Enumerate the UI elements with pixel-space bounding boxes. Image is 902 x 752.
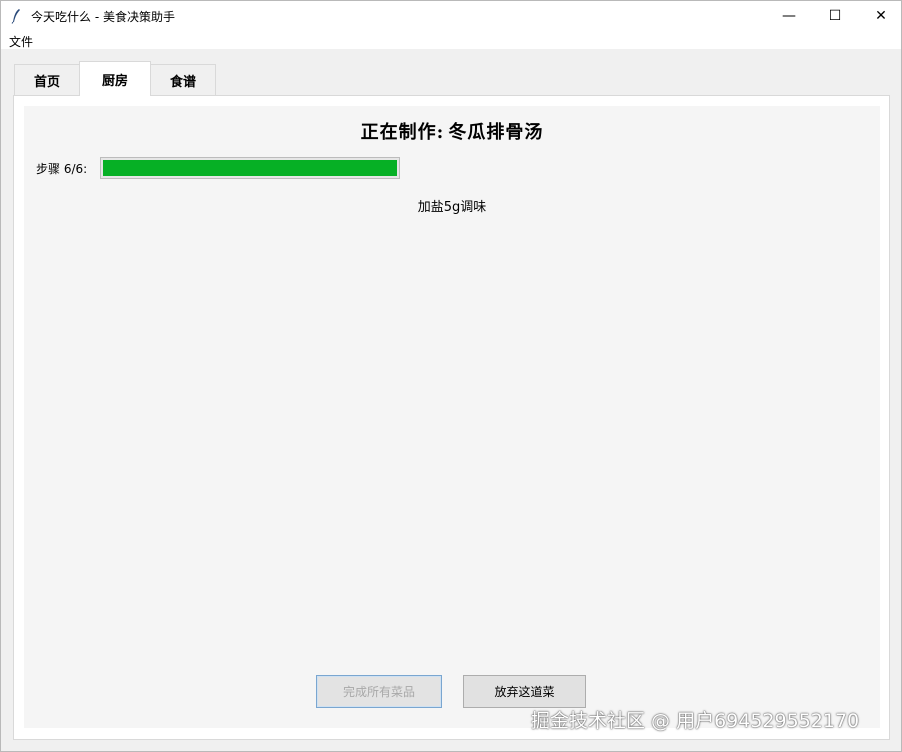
minimize-icon: — [782, 8, 796, 24]
watermark: 掘金技术社区 @ 用户694529552170 [531, 710, 860, 732]
app-window: 今天吃什么 - 美食决策助手 — ☐ ✕ 文件 首页 厨房 食谱 正在制作: 冬瓜… [0, 0, 902, 752]
minimize-button[interactable]: — [766, 1, 812, 31]
tab-recipe[interactable]: 食谱 [150, 64, 216, 95]
tab-kitchen[interactable]: 厨房 [79, 61, 151, 96]
tab-home[interactable]: 首页 [14, 64, 80, 95]
kitchen-panel: 正在制作: 冬瓜排骨汤 步骤 6/6: 加盐5g调味 完成所有菜品 放弃这道菜 [24, 106, 880, 728]
close-button[interactable]: ✕ [858, 1, 902, 31]
close-icon: ✕ [875, 8, 887, 24]
dish-name: 冬瓜排骨汤 [448, 122, 544, 143]
window-title: 今天吃什么 - 美食决策助手 [31, 10, 175, 24]
cooking-title: 正在制作: 冬瓜排骨汤 [24, 118, 880, 144]
step-progress-fill [103, 160, 397, 176]
finish-all-dishes-button[interactable]: 完成所有菜品 [316, 675, 442, 708]
feather-icon [11, 9, 20, 24]
title-bar[interactable]: 今天吃什么 - 美食决策助手 — ☐ ✕ [1, 1, 901, 31]
step-progress-bar [100, 157, 400, 179]
menu-file[interactable]: 文件 [9, 33, 33, 50]
abandon-dish-button[interactable]: 放弃这道菜 [463, 675, 586, 708]
maximize-button[interactable]: ☐ [812, 1, 858, 31]
tab-content: 正在制作: 冬瓜排骨汤 步骤 6/6: 加盐5g调味 完成所有菜品 放弃这道菜 [13, 95, 890, 740]
cooking-title-prefix: 正在制作: [360, 122, 445, 143]
maximize-icon: ☐ [828, 8, 842, 24]
step-label: 步骤 6/6: [36, 162, 88, 176]
step-instruction: 加盐5g调味 [417, 200, 487, 215]
menu-bar: 文件 [1, 31, 901, 49]
